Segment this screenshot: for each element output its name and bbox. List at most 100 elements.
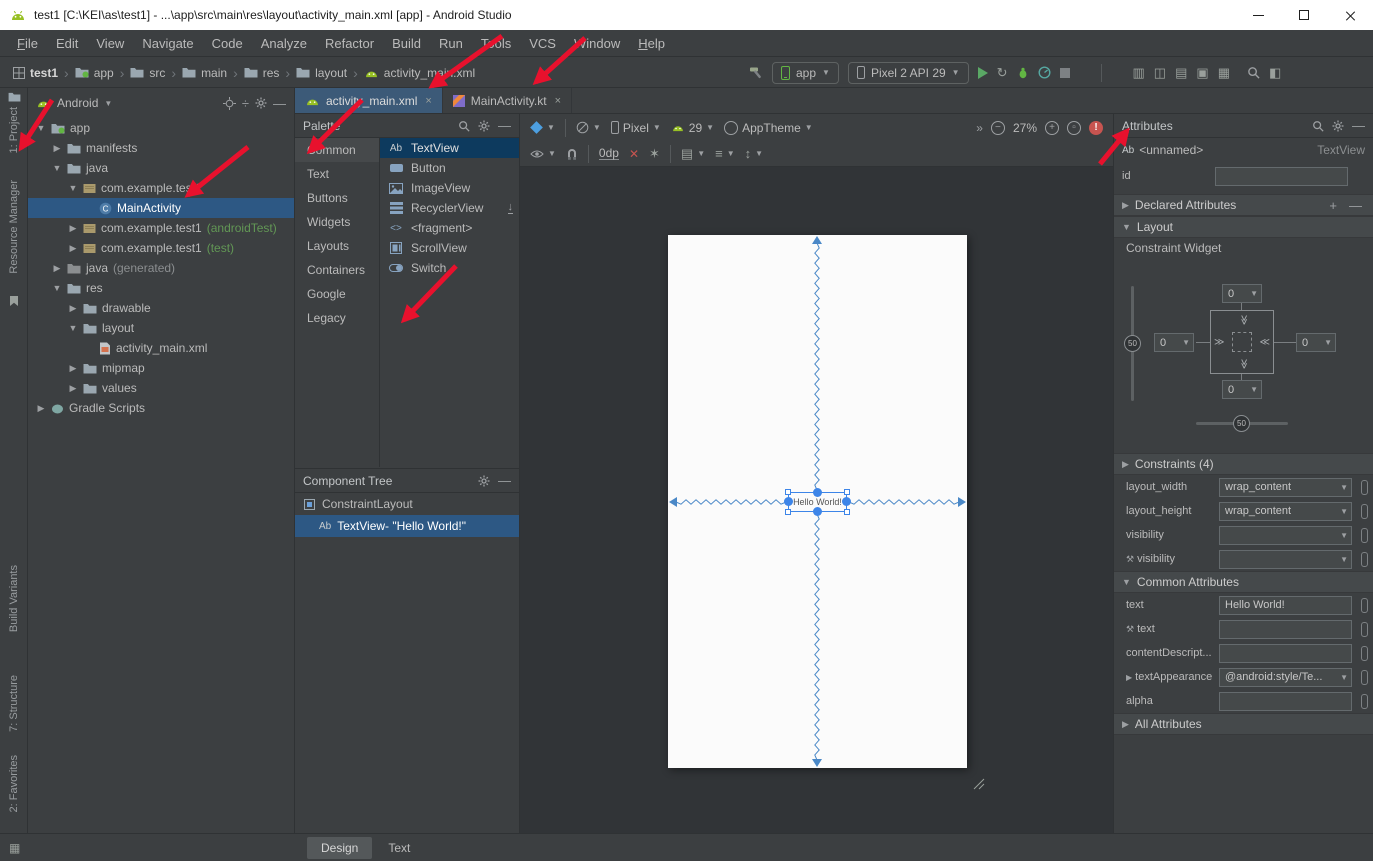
chevron-down-icon[interactable]: ▼ [52, 163, 62, 173]
autoconnect-magnet-icon[interactable] [566, 148, 578, 160]
pack-dropdown[interactable]: ▤▼ [681, 146, 705, 162]
tool-window-switcher-icon[interactable]: ▦ [9, 841, 20, 855]
tree-item-mainactivity[interactable]: CMainActivity [28, 198, 294, 218]
logcat-icon[interactable]: ▤ [1175, 65, 1187, 81]
chevron-right-icon[interactable]: ▶ [1126, 673, 1132, 682]
palette-category-legacy[interactable]: Legacy [295, 306, 379, 330]
palette-category-google[interactable]: Google [295, 282, 379, 306]
margin-right-dropdown[interactable]: 0▼ [1296, 333, 1336, 352]
anchor-top[interactable] [813, 488, 822, 497]
palette-category-text[interactable]: Text [295, 162, 379, 186]
palette-item-recyclerview[interactable]: RecyclerView↓ [380, 198, 519, 218]
chevron-down-icon[interactable]: ▼ [68, 323, 78, 333]
device-selector-dropdown[interactable]: Pixel ▼ [611, 121, 661, 135]
attribute-value-dropdown[interactable]: ▼ [1219, 526, 1352, 545]
tools-attribute-toggle[interactable] [1361, 552, 1368, 567]
palette-item-switch[interactable]: Switch [380, 258, 519, 278]
tree-item-com-example-test1-androidtest[interactable]: ▶com.example.test1(androidTest) [28, 218, 294, 238]
breadcrumb-activity-main-xml[interactable]: activity_main.xml [361, 66, 478, 80]
palette-item-fragment[interactable]: <><fragment> [380, 218, 519, 238]
layout-section[interactable]: ▼ Layout [1114, 216, 1373, 238]
avd-manager-icon[interactable]: ▦ [1218, 65, 1230, 81]
tree-item-app[interactable]: ▼app [28, 118, 294, 138]
tree-item-layout[interactable]: ▼layout [28, 318, 294, 338]
editor-tab-activity-main-xml[interactable]: activity_main.xml× [295, 88, 443, 113]
tree-item-java[interactable]: ▼java [28, 158, 294, 178]
id-input[interactable] [1215, 167, 1348, 186]
zoom-in-icon[interactable]: + [1045, 121, 1059, 135]
editor-tab-mainactivity-kt[interactable]: MainActivity.kt× [443, 88, 572, 113]
menu-window[interactable]: Window [565, 36, 629, 51]
resize-grip-icon[interactable] [970, 775, 986, 791]
chevron-down-icon[interactable]: ▼ [36, 123, 46, 133]
breadcrumb-src[interactable]: src [127, 66, 168, 80]
search-everywhere-icon[interactable] [1247, 66, 1260, 79]
palette-category-widgets[interactable]: Widgets [295, 210, 379, 234]
apply-changes-icon[interactable]: ↻ [997, 65, 1008, 81]
attribute-value-input[interactable] [1219, 644, 1352, 663]
remove-attribute-icon[interactable]: — [1346, 198, 1365, 213]
anchor-bottom[interactable] [813, 507, 822, 516]
zoom-fit-icon[interactable]: ▫ [1067, 121, 1081, 135]
default-margin-dropdown[interactable]: 0dp [599, 147, 619, 160]
tool-window-build-variants[interactable]: Build Variants [0, 565, 28, 632]
constraints-section[interactable]: ▶ Constraints (4) [1114, 453, 1373, 475]
chevron-right-icon[interactable]: ▶ [52, 263, 62, 274]
chevron-right-icon[interactable]: ▶ [68, 223, 78, 234]
tool-windows-layout-icon[interactable]: ◧ [1269, 65, 1281, 81]
breadcrumb-main[interactable]: main [179, 66, 230, 80]
palette-category-layouts[interactable]: Layouts [295, 234, 379, 258]
tool-window-structure[interactable]: 7: Structure [0, 675, 28, 732]
palette-item-button[interactable]: Button [380, 158, 519, 178]
breadcrumb-layout[interactable]: layout [293, 66, 350, 80]
menu-analyze[interactable]: Analyze [252, 36, 316, 51]
bookmark-icon[interactable] [0, 296, 28, 306]
tools-attribute-toggle[interactable] [1361, 670, 1368, 685]
attribute-value-dropdown[interactable]: wrap_content▼ [1219, 502, 1352, 521]
menu-view[interactable]: View [87, 36, 133, 51]
palette-item-textview[interactable]: AbTextView [380, 138, 519, 158]
anchor-right[interactable] [842, 497, 851, 506]
run-config-dropdown[interactable]: app ▼ [772, 62, 839, 84]
orientation-dropdown[interactable]: ▼ [576, 121, 601, 134]
tools-attribute-toggle[interactable] [1361, 528, 1368, 543]
close-tab-icon[interactable]: × [425, 95, 431, 107]
chevron-right-icon[interactable]: ▶ [68, 243, 78, 254]
device-dropdown[interactable]: Pixel 2 API 29 ▼ [848, 62, 969, 84]
attribute-value-input[interactable] [1219, 596, 1352, 615]
chevron-down-icon[interactable]: ▼ [68, 183, 78, 193]
margin-top-dropdown[interactable]: 0▼ [1222, 284, 1262, 303]
tree-item-java-generated[interactable]: ▶java(generated) [28, 258, 294, 278]
menu-help[interactable]: Help [629, 36, 674, 51]
menu-build[interactable]: Build [383, 36, 430, 51]
locate-file-icon[interactable] [223, 97, 236, 110]
sdk-manager-icon[interactable]: ▣ [1196, 65, 1208, 81]
tree-item-gradle-scripts[interactable]: ▶Gradle Scripts [28, 398, 294, 418]
component-textview-hello-world[interactable]: AbTextView- "Hello World!" [295, 515, 519, 537]
run-button[interactable] [978, 67, 988, 79]
resize-handle-se[interactable] [844, 509, 850, 515]
device-file-explorer-icon[interactable]: ◫ [1154, 65, 1166, 81]
theme-selector-dropdown[interactable]: AppTheme ▼ [724, 121, 813, 135]
menu-tools[interactable]: Tools [472, 36, 520, 51]
breadcrumb-app[interactable]: app [72, 66, 117, 80]
chevron-right-icon[interactable]: ▶ [68, 363, 78, 374]
chevron-right-icon[interactable]: ▶ [68, 303, 78, 314]
vertical-bias-handle[interactable]: 50 [1124, 335, 1141, 352]
chevron-right-icon[interactable]: ▶ [52, 143, 62, 154]
stop-icon[interactable] [1060, 68, 1070, 78]
margin-bottom-dropdown[interactable]: 0▼ [1222, 380, 1262, 399]
zoom-out-icon[interactable]: − [991, 121, 1005, 135]
selected-textview[interactable]: Hello World! [788, 492, 847, 512]
overflow-chevrons-icon[interactable]: » [976, 121, 983, 135]
palette-item-imageview[interactable]: ImageView [380, 178, 519, 198]
palette-item-scrollview[interactable]: ScrollView [380, 238, 519, 258]
chevron-right-icon[interactable]: ▶ [68, 383, 78, 394]
menu-navigate[interactable]: Navigate [133, 36, 202, 51]
settings-gear-icon[interactable] [255, 97, 267, 109]
settings-gear-icon[interactable] [478, 120, 490, 132]
infer-constraints-icon[interactable]: ✶ [649, 146, 660, 162]
tree-item-activity-main-xml[interactable]: activity_main.xml [28, 338, 294, 358]
menu-run[interactable]: Run [430, 36, 472, 51]
debug-icon[interactable] [1017, 67, 1029, 79]
